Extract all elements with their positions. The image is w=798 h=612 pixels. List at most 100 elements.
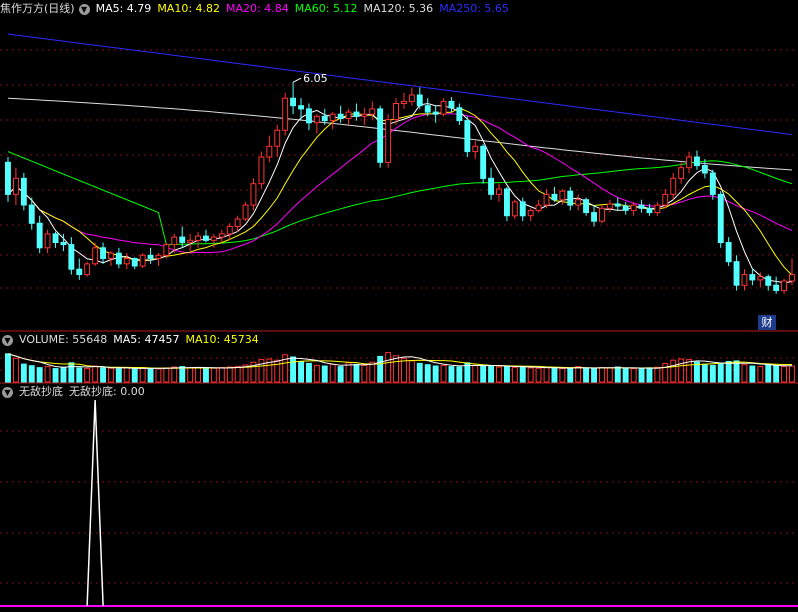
volume-bar bbox=[131, 368, 138, 383]
candle-body bbox=[361, 113, 368, 117]
volume-bar bbox=[401, 357, 407, 383]
candle-body bbox=[789, 274, 795, 282]
volume-bar bbox=[733, 360, 740, 383]
volume-bar bbox=[488, 365, 495, 383]
candle-body bbox=[313, 115, 320, 124]
candle-body bbox=[385, 119, 392, 163]
volume-bar bbox=[519, 366, 526, 383]
volume-bar bbox=[694, 361, 700, 383]
volume-bar bbox=[5, 353, 11, 383]
candle-body bbox=[258, 156, 265, 185]
volume-bar bbox=[234, 365, 241, 383]
candle-body bbox=[282, 97, 289, 131]
volume-bar bbox=[717, 362, 724, 383]
volume-bar bbox=[52, 368, 59, 383]
volume-bar bbox=[614, 366, 621, 383]
volume-bar bbox=[108, 367, 114, 383]
ma250-label: MA250: 5.65 bbox=[439, 2, 509, 15]
candle-body bbox=[13, 177, 19, 195]
volume-bar bbox=[638, 368, 645, 383]
volume-bar bbox=[551, 367, 558, 383]
volume-bar bbox=[630, 368, 637, 383]
candle-body bbox=[511, 201, 518, 217]
candle-body bbox=[345, 111, 352, 119]
candle-body bbox=[76, 268, 83, 276]
volume-bar bbox=[13, 357, 19, 383]
volume-bar bbox=[575, 366, 582, 383]
volume-bar bbox=[345, 362, 352, 383]
candle-body bbox=[203, 235, 209, 241]
candle-body bbox=[424, 105, 431, 113]
candle-body bbox=[218, 233, 225, 238]
candle-body bbox=[298, 105, 305, 110]
candle-body bbox=[781, 280, 787, 292]
candle-body bbox=[329, 113, 336, 122]
candle-body bbox=[123, 258, 130, 265]
volume-bar bbox=[686, 359, 692, 383]
candle-body bbox=[709, 172, 716, 195]
candle-body bbox=[60, 242, 67, 246]
volume-bar bbox=[440, 364, 447, 383]
volume-bar bbox=[773, 364, 780, 383]
candle-body bbox=[115, 252, 122, 265]
volume-bar bbox=[622, 367, 629, 383]
chevron-down-icon[interactable]: ▼ bbox=[2, 334, 13, 346]
volume-bar bbox=[163, 367, 170, 383]
candle-body bbox=[44, 233, 51, 249]
ma10-label: MA10: 4.82 bbox=[157, 2, 221, 15]
volume-bar bbox=[559, 368, 566, 383]
candle-body bbox=[591, 212, 597, 222]
volume-bar bbox=[646, 367, 653, 383]
candle-body bbox=[321, 115, 328, 122]
finance-badge[interactable]: 财 bbox=[758, 315, 776, 330]
volume-ma5: MA5: 47457 bbox=[113, 333, 180, 346]
volume-bar bbox=[654, 366, 661, 383]
candle-body bbox=[401, 100, 407, 105]
candle-body bbox=[733, 261, 740, 286]
candle-body bbox=[599, 207, 605, 222]
candle-body bbox=[353, 111, 360, 117]
volume-bar bbox=[60, 366, 67, 383]
volume-bar bbox=[408, 360, 415, 383]
candle-body bbox=[749, 274, 756, 281]
volume-bar bbox=[218, 367, 225, 383]
chevron-down-icon[interactable]: ▼ bbox=[2, 386, 13, 398]
volume-bar bbox=[298, 361, 305, 383]
candle-body bbox=[701, 165, 708, 174]
volume-bar bbox=[543, 367, 550, 383]
candle-body bbox=[686, 156, 692, 169]
volume-bar bbox=[416, 362, 423, 383]
candle-body bbox=[337, 113, 344, 119]
chevron-down-icon[interactable]: ▼ bbox=[78, 3, 90, 15]
volume-bar bbox=[567, 367, 574, 383]
volume-bar bbox=[591, 368, 597, 383]
candle-body bbox=[630, 204, 637, 211]
candle-body bbox=[638, 204, 645, 209]
candle-body bbox=[68, 244, 75, 270]
volume-bar bbox=[361, 364, 368, 383]
volume-bar bbox=[329, 363, 336, 383]
candle-body bbox=[92, 247, 99, 265]
candlestick-series bbox=[5, 82, 795, 294]
ma250-line bbox=[7, 33, 793, 136]
volume-bar bbox=[393, 355, 400, 383]
volume-bar bbox=[781, 366, 787, 383]
candle-body bbox=[100, 247, 106, 260]
volume-bar bbox=[709, 364, 716, 383]
ma60-label: MA60: 5.12 bbox=[294, 2, 358, 15]
volume-bar bbox=[28, 365, 35, 383]
volume-bar bbox=[20, 363, 27, 383]
candle-body bbox=[369, 108, 376, 115]
volume-bar bbox=[76, 367, 83, 383]
candle-body bbox=[725, 242, 732, 263]
volume-bar bbox=[337, 366, 344, 383]
volume-bar bbox=[725, 361, 732, 383]
price-legend: 焦作万方(日线) ▼ MA5: 4.79 MA10: 4.82 MA20: 4.… bbox=[0, 1, 515, 17]
candle-body bbox=[567, 190, 574, 206]
volume-bar bbox=[504, 365, 510, 383]
candle-body bbox=[226, 225, 233, 235]
candle-body bbox=[583, 199, 589, 213]
volume-bar bbox=[472, 364, 479, 383]
candle-body bbox=[408, 94, 415, 102]
candle-body bbox=[717, 193, 724, 243]
